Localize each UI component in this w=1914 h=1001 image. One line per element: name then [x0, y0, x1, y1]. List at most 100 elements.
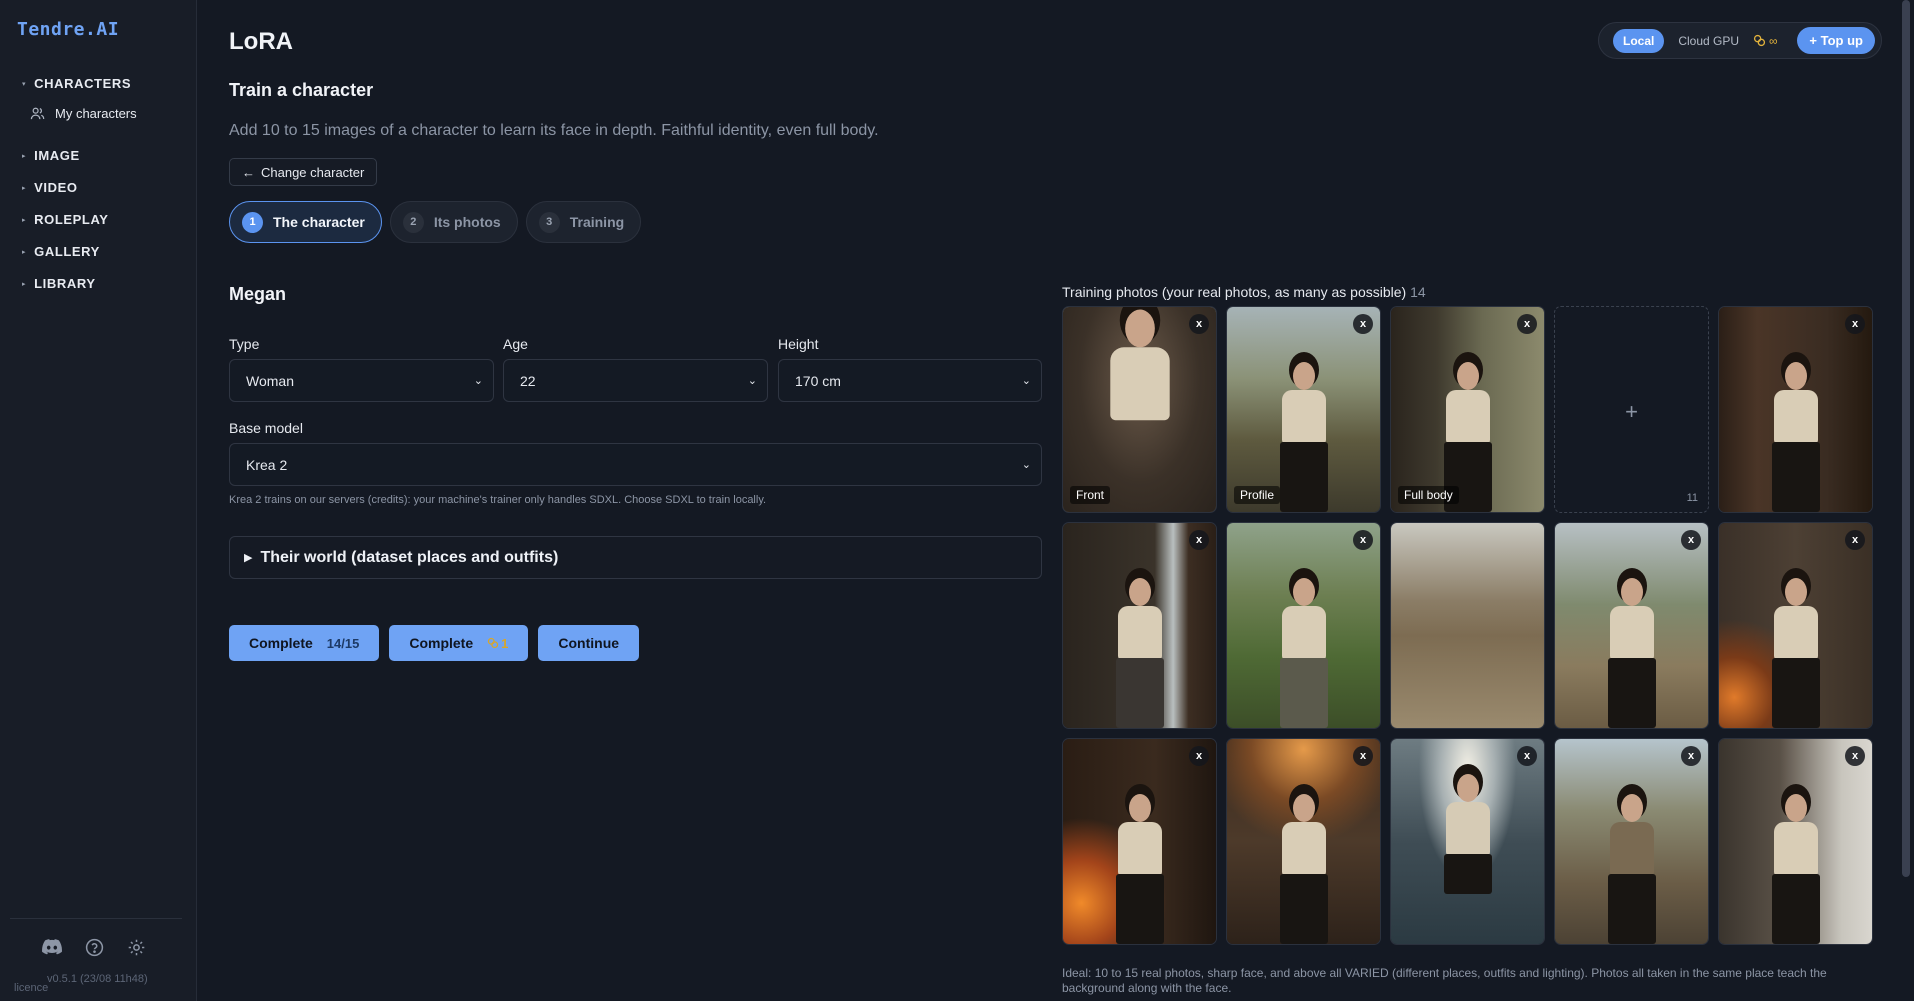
step-training[interactable]: 3 Training	[525, 201, 642, 243]
nav-section-roleplay[interactable]: ▸ ROLEPLAY	[22, 212, 109, 227]
section-title: Train a character	[229, 80, 374, 100]
action-buttons: Complete 14/15 Complete 1 Continue	[229, 625, 640, 661]
character-name: Megan	[229, 284, 287, 304]
sidebar: Tendre.AI ▾ CHARACTERS My characters ▸ I…	[0, 0, 197, 1001]
gallery-note: Ideal: 10 to 15 real photos, sharp face,…	[1062, 966, 1827, 995]
plus-icon: +	[1625, 399, 1638, 424]
step-number: 1	[242, 211, 263, 233]
photo-tile[interactable]: x Full body	[1390, 306, 1545, 513]
chevron-down-icon: ⌄	[747, 375, 757, 387]
credits-display: ∞	[1753, 34, 1778, 48]
photo-tile[interactable]: x Front	[1062, 306, 1217, 513]
photo-tile[interactable]: x	[1062, 522, 1217, 729]
continue-button[interactable]: Continue	[538, 625, 640, 661]
remove-photo-button[interactable]: x	[1189, 530, 1209, 550]
photo-tile[interactable]: x	[1554, 522, 1709, 729]
height-value: 170 cm	[795, 372, 841, 389]
remove-photo-button[interactable]: x	[1353, 530, 1373, 550]
triangle-right-icon: ▶	[244, 552, 253, 564]
gallery-title-text: Training photos (your real photos, as ma…	[1062, 284, 1407, 300]
photo-tile[interactable]: x	[1390, 738, 1545, 945]
gear-icon[interactable]	[124, 935, 148, 959]
nav-item-my-characters[interactable]: My characters	[30, 106, 137, 121]
brand-logo[interactable]: Tendre.AI	[17, 19, 119, 40]
photo-tile[interactable]: x	[1226, 522, 1381, 729]
nav-section-characters[interactable]: ▾ CHARACTERS	[22, 76, 131, 91]
page-description: Add 10 to 15 images of a character to le…	[229, 122, 879, 139]
complete-credits-button[interactable]: Complete 1	[389, 625, 529, 661]
photo-tag-profile: Profile	[1234, 486, 1281, 504]
step-number: 3	[538, 211, 560, 233]
local-mode-button[interactable]: Local	[1613, 28, 1665, 53]
nav-section-library[interactable]: ▸ LIBRARY	[22, 276, 96, 291]
nav-section-label: IMAGE	[34, 148, 80, 163]
remove-photo-button[interactable]: x	[1681, 530, 1701, 550]
page-scrollbar[interactable]	[1902, 0, 1910, 877]
complete-label: Complete	[409, 635, 474, 651]
age-select[interactable]: 22 ⌄	[503, 359, 768, 402]
caret-icon: ▸	[22, 280, 27, 288]
nav-section-image[interactable]: ▸ IMAGE	[22, 148, 80, 163]
nav-section-video[interactable]: ▸ VIDEO	[22, 180, 78, 195]
remove-photo-button[interactable]: x	[1845, 314, 1865, 334]
chevron-down-icon: ⌄	[1021, 459, 1031, 471]
photo-tile[interactable]: x	[1554, 738, 1709, 945]
remove-photo-button[interactable]: x	[1353, 314, 1373, 334]
photo-tile[interactable]: x	[1718, 522, 1873, 729]
top-up-label: Top up	[1820, 33, 1863, 48]
remove-photo-button[interactable]: x	[1681, 746, 1701, 766]
discord-icon[interactable]	[40, 935, 64, 959]
sidebar-footer-icons	[40, 935, 148, 959]
complete-label: Complete	[249, 635, 313, 651]
height-select[interactable]: 170 cm ⌄	[778, 359, 1042, 402]
remove-photo-button[interactable]: x	[1517, 314, 1537, 334]
type-select[interactable]: Woman ⌄	[229, 359, 494, 402]
chevron-down-icon: ⌄	[473, 375, 483, 387]
page-title: LoRA	[229, 28, 293, 55]
remove-photo-button[interactable]: x	[1189, 314, 1209, 334]
training-photo-grid: x Front x Profile x Full body + 11 x x x	[1062, 306, 1876, 945]
photo-count: 14	[1410, 284, 1426, 300]
their-world-label: Their world (dataset places and outfits)	[260, 548, 559, 566]
complete-button[interactable]: Complete 14/15	[229, 625, 380, 661]
photo-tag-front: Front	[1070, 486, 1111, 504]
compute-mode-bar: Local Cloud GPU ∞ + Top up	[1598, 22, 1882, 59]
their-world-toggle[interactable]: ▶ Their world (dataset places and outfit…	[229, 536, 1042, 579]
remaining-slots: 11	[1686, 492, 1698, 504]
caret-icon: ▸	[22, 216, 27, 224]
photo-tag-full-body: Full body	[1398, 486, 1459, 504]
nav-section-label: ROLEPLAY	[34, 212, 109, 227]
base-model-select[interactable]: Krea 2 ⌄	[229, 443, 1042, 486]
stepper: 1 The character 2 Its photos 3 Training	[229, 201, 642, 243]
credit-cost-badge: 1	[487, 636, 508, 651]
photo-tile[interactable]	[1390, 522, 1545, 729]
step-its-photos[interactable]: 2 Its photos	[389, 201, 518, 243]
change-character-button[interactable]: ← Change character	[229, 158, 378, 186]
remove-photo-button[interactable]: x	[1845, 530, 1865, 550]
gallery-title: Training photos (your real photos, as ma…	[1062, 284, 1426, 300]
photo-tile[interactable]: x Profile	[1226, 306, 1381, 513]
remove-photo-button[interactable]: x	[1845, 746, 1865, 766]
credit-cost: 1	[501, 635, 509, 651]
top-up-button[interactable]: + Top up	[1797, 27, 1875, 54]
licence-link[interactable]: licence	[14, 982, 48, 994]
remove-photo-button[interactable]: x	[1353, 746, 1373, 766]
type-label: Type	[229, 336, 260, 352]
coins-icon	[1753, 34, 1766, 47]
remove-photo-button[interactable]: x	[1189, 746, 1209, 766]
cloud-gpu-button[interactable]: Cloud GPU	[1672, 29, 1745, 53]
photo-tile[interactable]: x	[1062, 738, 1217, 945]
remove-photo-button[interactable]: x	[1517, 746, 1537, 766]
step-label: The character	[273, 214, 365, 230]
complete-progress-badge: 14/15	[326, 635, 360, 651]
help-icon[interactable]	[82, 935, 106, 959]
coins-icon	[487, 637, 499, 649]
step-the-character[interactable]: 1 The character	[229, 201, 382, 243]
nav-section-gallery[interactable]: ▸ GALLERY	[22, 244, 100, 259]
photo-tile[interactable]: x	[1718, 306, 1873, 513]
nav-section-label: VIDEO	[34, 180, 78, 195]
photo-tile[interactable]: x	[1226, 738, 1381, 945]
add-photo-slot[interactable]: + 11	[1554, 306, 1709, 513]
sidebar-divider	[10, 918, 182, 919]
photo-tile[interactable]: x	[1718, 738, 1873, 945]
